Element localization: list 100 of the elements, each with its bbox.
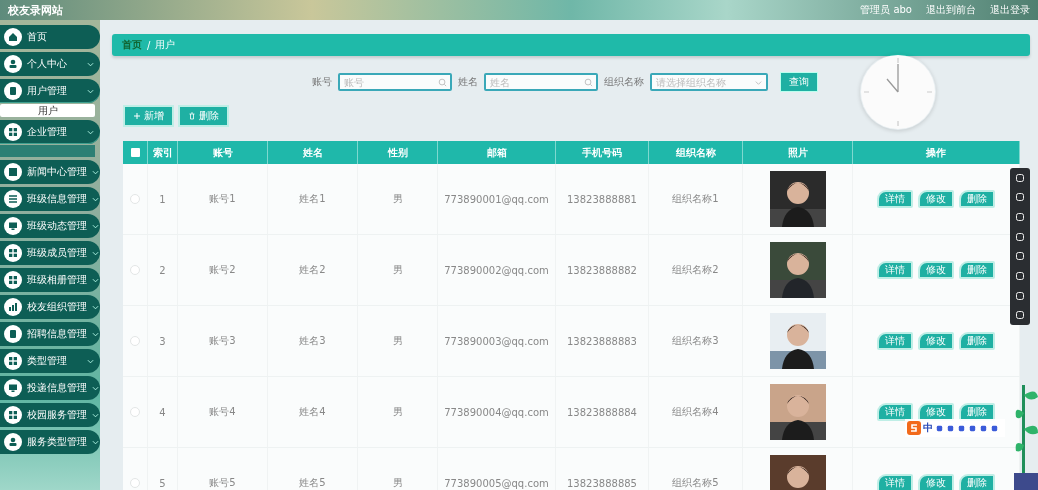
plus-icon [133, 112, 141, 120]
details-button[interactable]: 详情 [877, 332, 913, 350]
row-checkbox[interactable] [130, 265, 140, 275]
sidebar-item[interactable]: 校园服务管理 [0, 403, 100, 427]
chevron-down-icon [87, 129, 94, 135]
tool-icon[interactable] [1015, 270, 1025, 281]
field-label: 账号 [312, 75, 332, 89]
menu-item-icon [4, 271, 22, 289]
add-button[interactable]: 新增 [123, 105, 174, 127]
table-cell: 13823888885 [556, 448, 649, 490]
table-cell: 13823888884 [556, 377, 649, 447]
menu-item-icon [4, 379, 22, 397]
select-all-checkbox[interactable] [130, 148, 140, 157]
sidebar-item[interactable]: 企业管理 [0, 120, 100, 144]
column-header: 组织名称 [649, 141, 743, 164]
sidebar-item[interactable]: 首页 [0, 25, 100, 49]
tool-icon[interactable] [1015, 290, 1025, 301]
table-cell: 5 [148, 448, 178, 490]
sidebar-item[interactable]: 校友组织管理 [0, 295, 100, 319]
menu-item-icon [4, 217, 22, 235]
chevron-down-icon [92, 277, 99, 283]
sidebar-item[interactable]: 班级信息管理 [0, 187, 100, 211]
sidebar-item[interactable]: 服务类型管理 [0, 430, 100, 454]
column-header: 索引 [148, 141, 178, 164]
details-button[interactable]: 详情 [877, 190, 913, 208]
chevron-down-icon [87, 358, 94, 364]
breadcrumb-link[interactable]: 用户 [155, 38, 176, 52]
details-button[interactable]: 详情 [877, 403, 913, 421]
row-checkbox[interactable] [130, 336, 140, 346]
input-mode-label[interactable]: 中 [923, 421, 933, 435]
site-title: 校友录网站 [8, 2, 63, 18]
menu-item-icon [4, 163, 22, 181]
delete-button[interactable]: 删除 [959, 474, 995, 490]
menu-item-icon [4, 298, 22, 316]
delete-button[interactable]: 删除 [178, 105, 229, 127]
table-cell: 13823888883 [556, 306, 649, 376]
table-cell: 男 [358, 306, 438, 376]
chevron-down-icon [92, 223, 99, 229]
row-checkbox[interactable] [130, 407, 140, 417]
menu-item-icon [4, 244, 22, 262]
delete-button[interactable]: 删除 [959, 332, 995, 350]
table-cell: 组织名称3 [649, 306, 743, 376]
sidebar-item[interactable]: 班级相册管理 [0, 268, 100, 292]
table-cell: 姓名3 [268, 306, 358, 376]
tool-icon[interactable] [1015, 172, 1025, 183]
header-link[interactable]: 管理员 abo [860, 3, 912, 17]
table-cell: 773890001@qq.com [438, 164, 556, 234]
table-cell: 账号3 [178, 306, 268, 376]
sidebar-item[interactable]: 用户管理 [0, 79, 100, 103]
sidebar-item[interactable]: 新闻中心管理 [0, 160, 100, 184]
sidebar-item[interactable]: 班级动态管理 [0, 214, 100, 238]
table-cell: 男 [358, 377, 438, 447]
row-checkbox[interactable] [130, 194, 140, 204]
field-label: 姓名 [458, 75, 478, 89]
sidebar-item[interactable]: 投递信息管理 [0, 376, 100, 400]
sidebar-item[interactable]: 招聘信息管理 [0, 322, 100, 346]
table-cell: 组织名称4 [649, 377, 743, 447]
search-icon [438, 78, 447, 87]
table-cell: 账号4 [178, 377, 268, 447]
table-cell: 13823888881 [556, 164, 649, 234]
menu-item-icon [4, 82, 22, 100]
chevron-down-icon [754, 78, 763, 87]
details-button[interactable]: 详情 [877, 261, 913, 279]
sidebar-item[interactable]: 班级成员管理 [0, 241, 100, 265]
field-label: 组织名称 [604, 75, 644, 89]
menu-item-icon [4, 433, 22, 451]
table-cell: 姓名4 [268, 377, 358, 447]
table-cell: 773890004@qq.com [438, 377, 556, 447]
tool-icon[interactable] [1015, 192, 1025, 203]
sidebar-item[interactable]: 类型管理 [0, 349, 100, 373]
edit-button[interactable]: 修改 [918, 474, 954, 490]
edit-button[interactable]: 修改 [918, 332, 954, 350]
menu-item-icon [4, 28, 22, 46]
tool-icon[interactable] [1015, 310, 1025, 321]
table-cell: 773890002@qq.com [438, 235, 556, 305]
sidebar-item[interactable]: 个人中心 [0, 52, 100, 76]
tool-icon[interactable] [1015, 231, 1025, 242]
chevron-down-icon [92, 412, 99, 418]
search-icon [584, 78, 593, 87]
menu-item-icon [4, 352, 22, 370]
header-link[interactable]: 退出到前台 [926, 3, 976, 17]
search-button[interactable]: 查询 [780, 72, 818, 92]
delete-button[interactable]: 删除 [959, 190, 995, 208]
table-cell: 男 [358, 448, 438, 490]
edit-button[interactable]: 修改 [918, 261, 954, 279]
row-checkbox[interactable] [130, 478, 140, 488]
header-link[interactable]: 退出登录 [990, 3, 1030, 17]
submenu-item[interactable]: 用户 [0, 104, 95, 117]
edit-button[interactable]: 修改 [918, 190, 954, 208]
tool-icon[interactable] [1015, 212, 1025, 223]
ime-logo-icon[interactable] [907, 421, 921, 435]
tool-icon[interactable] [1015, 251, 1025, 262]
chevron-down-icon [92, 304, 99, 310]
column-header: 操作 [853, 141, 1020, 164]
details-button[interactable]: 详情 [877, 474, 913, 490]
chevron-down-icon [92, 331, 99, 337]
breadcrumb-link[interactable]: 首页 [122, 38, 142, 52]
table-cell: 4 [148, 377, 178, 447]
chevron-down-icon [92, 169, 99, 175]
delete-button[interactable]: 删除 [959, 261, 995, 279]
